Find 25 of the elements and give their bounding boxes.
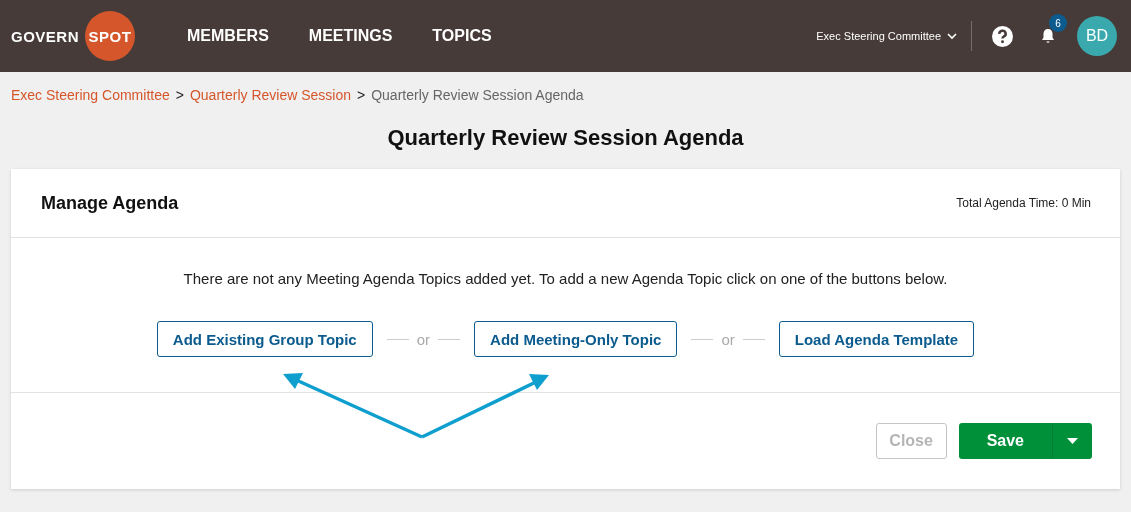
add-topic-button[interactable]: Load Agenda Template [778,321,975,357]
add-topic-button[interactable]: Add Existing Group Topic [156,321,373,357]
logo-text: GOVERN [11,27,79,45]
help-icon[interactable] [992,25,1013,47]
notification-badge: 6 [1049,14,1067,32]
breadcrumb-separator: > [175,87,184,103]
add-topic-button[interactable]: Add Meeting-Only Topic [474,321,678,357]
committee-selector[interactable]: Exec Steering Committee [816,30,941,42]
nav-link[interactable]: TOPICS [432,27,492,45]
or-text: or [416,330,431,348]
caret-down-icon[interactable] [1067,438,1078,444]
breadcrumb-link[interactable]: Quarterly Review Session [189,87,351,103]
logo-text: SPOT [88,27,132,45]
total-agenda-time: Total Agenda Time: 0 Min [956,196,1091,210]
breadcrumb-separator: > [357,87,366,103]
chevron-down-icon[interactable] [947,32,957,40]
or-text: or [721,330,735,348]
empty-message: There are not any Meeting Agenda Topics added yet. To add a new Agenda Topic click on one of the buttons below. [183,270,948,287]
bell-icon[interactable] [1041,28,1055,44]
breadcrumb-current: Quarterly Review Session Agenda [371,87,584,103]
page-title: Quarterly Review Session Agenda [386,125,745,152]
nav-link[interactable]: MEMBERS [187,27,269,45]
breadcrumb-link[interactable]: Exec Steering Committee [11,87,170,103]
card-title: Manage Agenda [41,192,179,214]
nav-link[interactable]: MEETINGS [308,27,393,45]
